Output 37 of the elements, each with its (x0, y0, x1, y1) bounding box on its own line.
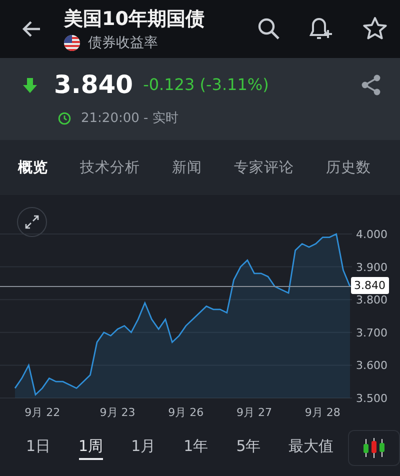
clock-icon (58, 112, 71, 124)
star-icon[interactable] (362, 16, 388, 42)
price-change: -0.123 (-3.11%) (143, 75, 270, 94)
range-tab[interactable]: 1月 (131, 436, 156, 460)
axis-label: 3.900 (356, 260, 388, 274)
axis-label: 3.500 (356, 392, 388, 405)
current-price-label: 3.840 (351, 277, 388, 294)
candlestick-button[interactable] (348, 430, 400, 466)
axis-label: 9月 22 (24, 406, 60, 419)
tab[interactable]: 新闻 (172, 158, 202, 177)
price-value: 3.840 (54, 70, 134, 99)
down-arrow-icon (22, 76, 38, 92)
tab[interactable]: 历史数 (326, 158, 371, 177)
flag-icon (64, 35, 80, 51)
axis-label: 4.000 (356, 228, 388, 241)
page-title: 美国10年期国债 (64, 7, 206, 32)
tab[interactable]: 专家评论 (234, 158, 294, 177)
axis-label: 9月 23 (100, 406, 136, 419)
range-tab[interactable]: 1周 (78, 436, 104, 460)
bell-plus-icon[interactable] (309, 16, 335, 42)
range-tab[interactable]: 1日 (26, 436, 51, 460)
subtitle: 债券收益率 (88, 34, 158, 52)
axis-label: 9月 27 (236, 406, 272, 419)
range-tab[interactable]: 5年 (236, 436, 261, 460)
share-icon[interactable] (360, 74, 382, 96)
range-tab[interactable]: 最大值 (288, 436, 334, 460)
quote-time: 21:20:00 - 实时 (81, 110, 178, 127)
axis-label: 3.800 (356, 294, 388, 307)
axis-label: 9月 28 (304, 406, 340, 419)
axis-label: 3.700 (356, 326, 388, 340)
expand-icon[interactable] (17, 207, 47, 237)
axis-label: 3.600 (356, 359, 388, 372)
tab[interactable]: 概览 (18, 158, 48, 177)
tab[interactable]: 技术分析 (80, 158, 140, 177)
search-icon[interactable] (256, 16, 282, 42)
range-tab[interactable]: 1年 (184, 436, 208, 460)
axis-label: 9月 26 (168, 406, 204, 419)
